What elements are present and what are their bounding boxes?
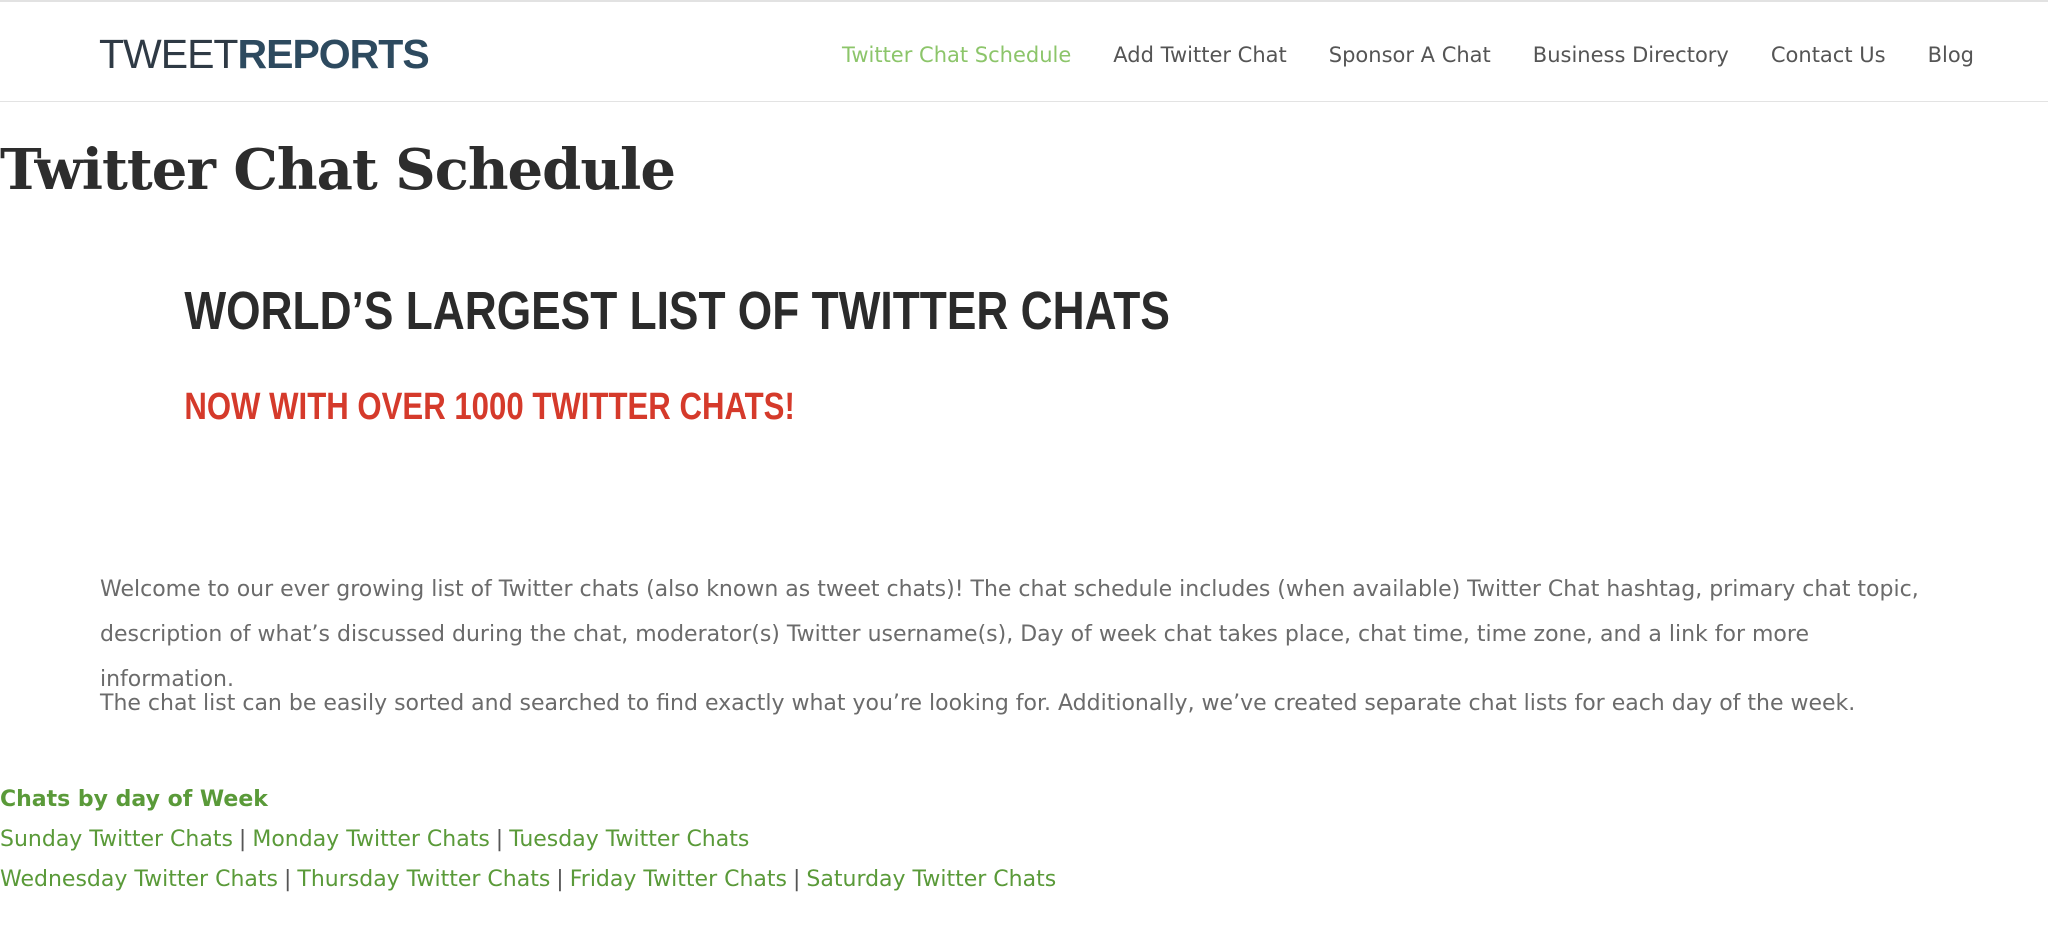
separator: |	[556, 867, 564, 892]
link-sunday-chats[interactable]: Sunday Twitter Chats	[0, 827, 233, 852]
subheadline: NOW WITH OVER 1000 TWITTER CHATS!	[184, 386, 795, 428]
headline: WORLD’S LARGEST LIST OF TWITTER CHATS	[184, 281, 1170, 341]
nav-business-directory[interactable]: Business Directory	[1533, 36, 1729, 74]
separator: |	[793, 867, 801, 892]
main-nav: Twitter Chat Schedule Add Twitter Chat S…	[842, 36, 1974, 74]
link-saturday-chats[interactable]: Saturday Twitter Chats	[806, 867, 1056, 892]
separator: |	[495, 827, 504, 852]
separator: |	[283, 867, 292, 892]
days-row-1: Sunday Twitter Chats | Monday Twitter Chat…	[0, 820, 2048, 860]
days-row-2: Wednesday Twitter Chats | Thursday Twitter…	[0, 860, 2048, 900]
link-friday-chats[interactable]: Friday Twitter Chats	[570, 867, 787, 892]
link-wednesday-chats[interactable]: Wednesday Twitter Chats	[0, 867, 278, 892]
link-thursday-chats[interactable]: Thursday Twitter Chats	[297, 867, 550, 892]
site-header: TWEETREPORTS Twitter Chat Schedule Add T…	[0, 2, 2048, 102]
nav-sponsor-a-chat[interactable]: Sponsor A Chat	[1329, 36, 1491, 74]
page-title: Twitter Chat Schedule	[0, 137, 676, 203]
logo-text-bold: REPORTS	[237, 31, 429, 77]
chats-by-day: Chats by day of Week Sunday Twitter Chat…	[0, 780, 2048, 900]
link-monday-chats[interactable]: Monday Twitter Chats	[252, 827, 489, 852]
nav-twitter-chat-schedule[interactable]: Twitter Chat Schedule	[842, 36, 1071, 74]
separator: |	[238, 827, 247, 852]
nav-add-twitter-chat[interactable]: Add Twitter Chat	[1113, 36, 1286, 74]
nav-blog[interactable]: Blog	[1928, 36, 1974, 74]
nav-contact-us[interactable]: Contact Us	[1771, 36, 1886, 74]
logo-text-light: TWEET	[99, 31, 238, 77]
site-logo[interactable]: TWEETREPORTS	[99, 30, 430, 78]
chats-by-day-heading: Chats by day of Week	[0, 787, 268, 812]
link-tuesday-chats[interactable]: Tuesday Twitter Chats	[509, 827, 749, 852]
sorting-paragraph: The chat list can be easily sorted and s…	[100, 691, 1856, 716]
